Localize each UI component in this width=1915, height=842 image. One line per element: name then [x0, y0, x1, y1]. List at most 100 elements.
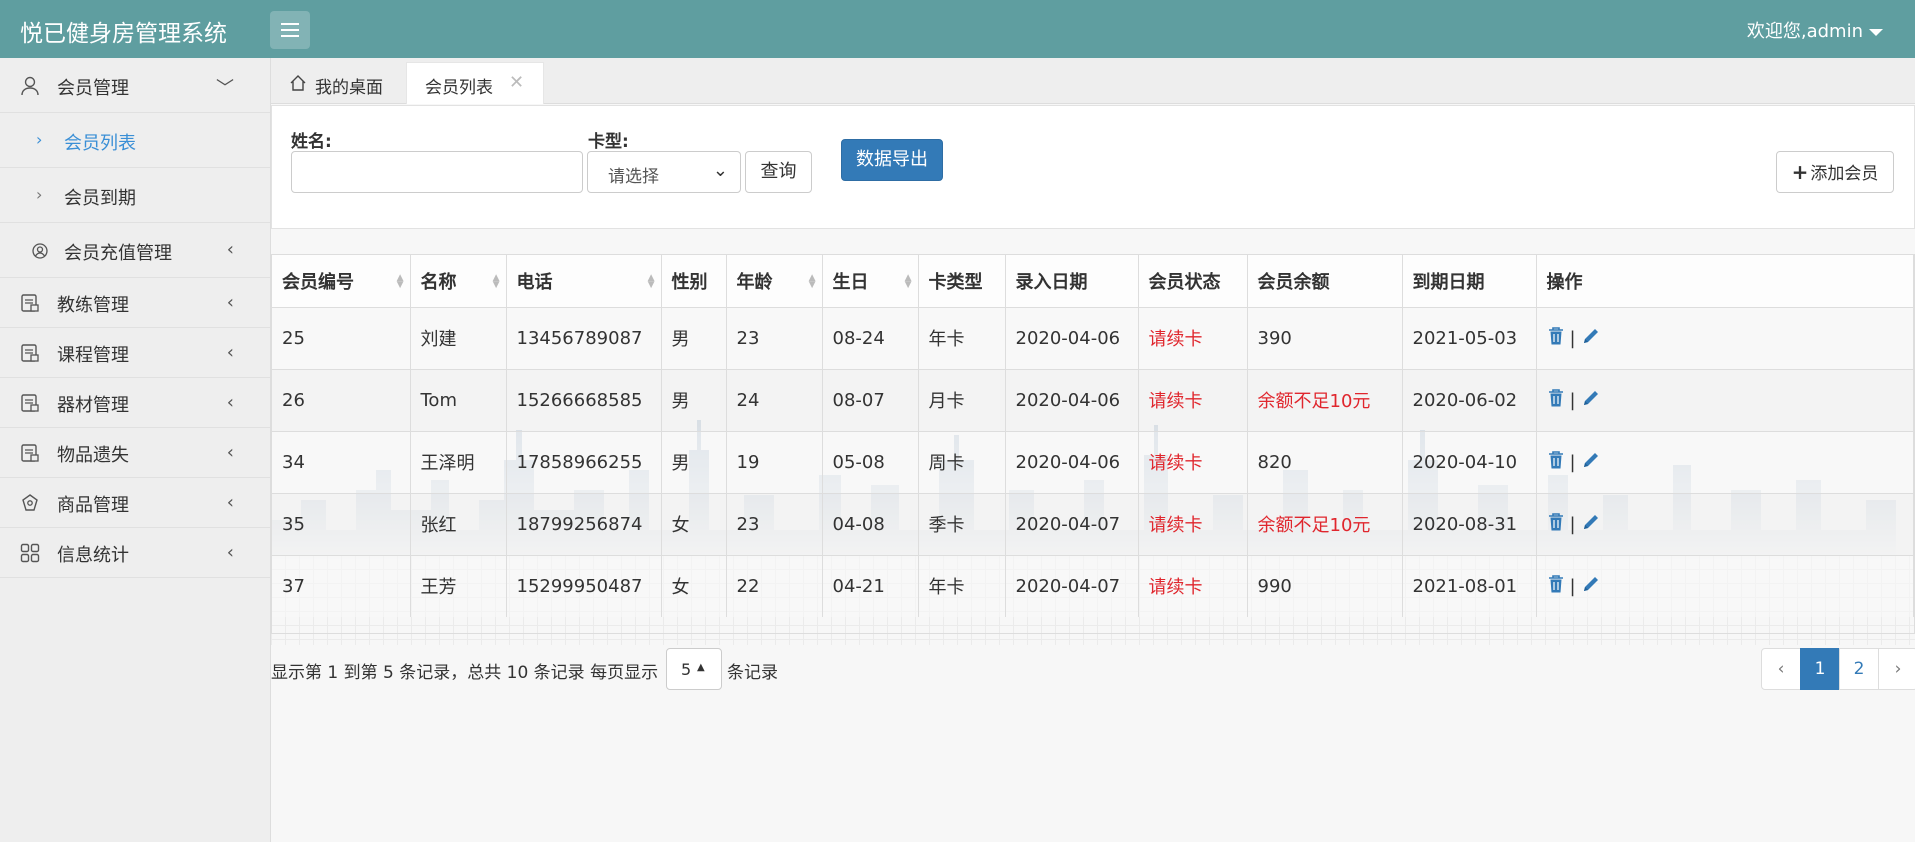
action-separator: |: [1569, 513, 1576, 535]
menu-toggle-button[interactable]: [270, 11, 310, 49]
cell-balance: 余额不足10元: [1247, 368, 1403, 431]
goods-icon: [22, 494, 38, 511]
col-header-balance: 会员余额: [1247, 255, 1403, 307]
col-header-label: 卡类型: [928, 271, 983, 293]
pagination: ‹ 1 2 ›: [1761, 648, 1915, 690]
col-header-phone[interactable]: 电话 ▲ ▼: [506, 255, 662, 307]
edit-icon[interactable]: [1581, 326, 1601, 351]
sidebar-item-member-expire[interactable]: › 会员到期: [0, 168, 270, 223]
sidebar-item-coach[interactable]: 教练管理 ‹: [0, 278, 270, 328]
col-header-entry-date: 录入日期: [1005, 255, 1139, 307]
page-size-select[interactable]: 5 ▲: [666, 648, 722, 690]
cell-id: 37: [272, 554, 411, 617]
col-header-birthday[interactable]: 生日 ▲ ▼: [822, 255, 919, 307]
col-header-name[interactable]: 名称 ▲ ▼: [410, 255, 507, 307]
card-type-select[interactable]: 请选择 ⌄: [587, 151, 741, 193]
cell-gender: 男: [661, 430, 727, 493]
sidebar-item-lost-items[interactable]: 物品遗失 ‹: [0, 428, 270, 478]
sort-icon[interactable]: ▲ ▼: [809, 274, 816, 290]
cell-id: 35: [272, 492, 411, 555]
sidebar-item-equipment[interactable]: 器材管理 ‹: [0, 378, 270, 428]
table-row: 34 王泽明 17858966255 男 19 05-08 周卡 2020-04-06 请续卡 8…: [272, 430, 1914, 493]
delete-icon[interactable]: [1547, 450, 1565, 475]
cell-status: 请续卡: [1138, 554, 1248, 617]
cell-phone: 13456789087: [506, 306, 662, 369]
chevron-down-icon: ⌄: [712, 160, 728, 181]
app-brand[interactable]: 悦已健身房管理系统: [20, 14, 227, 48]
export-button[interactable]: 数据导出: [841, 139, 943, 181]
cell-name: 王芳: [410, 554, 507, 617]
user-menu[interactable]: 欢迎您,admin: [1747, 17, 1883, 43]
table-header-row: 会员编号 ▲ ▼ 名称 ▲ ▼ 电话 ▲ ▼ 性别 年龄 ▲ ▼ 生日 ▲ ▼ 卡类型 录入日期 会…: [272, 255, 1914, 307]
document-icon: [21, 444, 39, 462]
tab-desktop[interactable]: 我的桌面: [285, 62, 395, 104]
col-header-age[interactable]: 年龄 ▲ ▼: [726, 255, 823, 307]
col-header-status: 会员状态: [1138, 255, 1248, 307]
sort-icon[interactable]: ▲ ▼: [905, 274, 912, 290]
cell-age: 23: [726, 306, 823, 369]
delete-icon[interactable]: [1547, 388, 1565, 413]
sidebar-item-member-list[interactable]: › 会员列表: [0, 113, 270, 168]
cell-card-type: 年卡: [918, 306, 1006, 369]
edit-icon[interactable]: [1581, 574, 1601, 599]
chevron-left-icon: ‹: [226, 392, 234, 413]
col-header-label: 生日: [832, 271, 869, 293]
sort-icon[interactable]: ▲ ▼: [648, 274, 655, 290]
delete-icon[interactable]: [1547, 326, 1565, 351]
cell-entry-date: 2020-04-06: [1005, 430, 1139, 493]
page-button-2[interactable]: 2: [1839, 648, 1879, 690]
col-header-label: 性别: [671, 271, 708, 293]
prev-page-button[interactable]: ‹: [1761, 648, 1801, 690]
cell-phone: 17858966255: [506, 430, 662, 493]
chevron-left-icon: ‹: [226, 492, 234, 513]
col-header-id[interactable]: 会员编号 ▲ ▼: [272, 255, 411, 307]
chevron-right-icon: ›: [36, 185, 43, 204]
cell-expire-date: 2020-08-31: [1402, 492, 1537, 555]
col-header-label: 电话: [516, 271, 553, 293]
document-icon: [21, 394, 39, 412]
add-member-button[interactable]: + 添加会员: [1776, 151, 1894, 193]
cell-card-type: 周卡: [918, 430, 1006, 493]
edit-icon[interactable]: [1581, 450, 1601, 475]
cell-gender: 女: [661, 492, 727, 555]
cell-age: 19: [726, 430, 823, 493]
page-button-1[interactable]: 1: [1800, 648, 1840, 690]
cell-entry-date: 2020-04-07: [1005, 554, 1139, 617]
add-member-label: 添加会员: [1810, 164, 1879, 184]
sidebar-item-goods[interactable]: 商品管理 ‹: [0, 478, 270, 528]
cell-actions: |: [1536, 306, 1914, 369]
name-input[interactable]: [291, 151, 583, 193]
cell-card-type: 年卡: [918, 554, 1006, 617]
action-separator: |: [1569, 389, 1576, 411]
cell-actions: |: [1536, 368, 1914, 431]
col-header-label: 会员余额: [1257, 271, 1330, 293]
caret-down-icon: [1869, 28, 1883, 36]
sidebar-item-member-recharge[interactable]: 会员充值管理 ‹: [0, 223, 270, 278]
tab-member-list[interactable]: 会员列表 ✕: [406, 62, 544, 104]
sidebar-item-course[interactable]: 课程管理 ‹: [0, 328, 270, 378]
sidebar-item-label: 课程管理: [57, 345, 129, 366]
sidebar-item-member-management[interactable]: 会员管理 ﹀: [0, 58, 270, 113]
next-page-button[interactable]: ›: [1878, 648, 1915, 690]
cell-name: 刘建: [410, 306, 507, 369]
grid-icon: [20, 543, 40, 563]
edit-icon[interactable]: [1581, 512, 1601, 537]
sort-icon[interactable]: ▲ ▼: [397, 274, 404, 290]
close-icon[interactable]: ✕: [509, 72, 524, 93]
query-button[interactable]: 查询: [745, 151, 812, 193]
sort-icon[interactable]: ▲ ▼: [493, 274, 500, 290]
cell-name: 张红: [410, 492, 507, 555]
sidebar-item-stats[interactable]: 信息统计 ‹: [0, 528, 270, 578]
cell-gender: 女: [661, 554, 727, 617]
delete-icon[interactable]: [1547, 574, 1565, 599]
cell-status: 请续卡: [1138, 492, 1248, 555]
filter-panel: 姓名: 卡型: 请选择 ⌄ 查询 数据导出 + 添加会员: [271, 105, 1915, 229]
cell-card-type: 季卡: [918, 492, 1006, 555]
card-type-selected: 请选择: [608, 167, 659, 187]
col-header-label: 会员状态: [1148, 271, 1221, 293]
delete-icon[interactable]: [1547, 512, 1565, 537]
home-icon: [290, 75, 306, 91]
col-header-label: 录入日期: [1015, 271, 1088, 293]
sidebar-item-label: 物品遗失: [57, 445, 129, 466]
edit-icon[interactable]: [1581, 388, 1601, 413]
